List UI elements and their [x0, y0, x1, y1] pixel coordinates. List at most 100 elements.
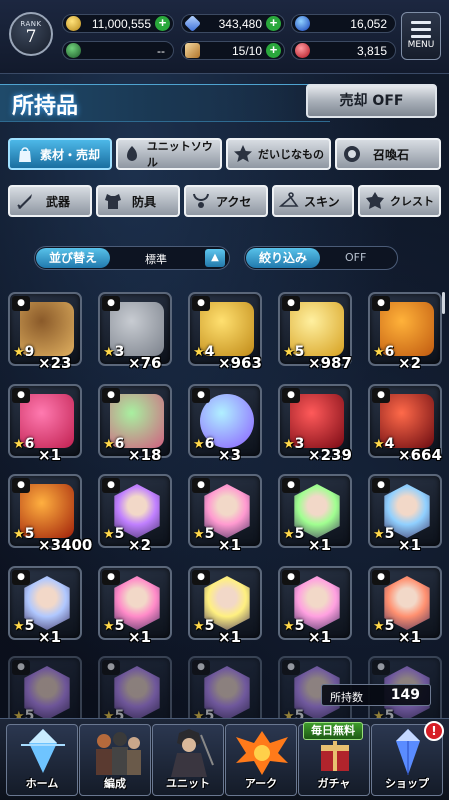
item-count: ×1: [398, 628, 422, 646]
item-type-badge-icon: ●: [192, 388, 210, 403]
item-count: ×1: [308, 536, 332, 554]
tab-label: 武器: [46, 194, 71, 209]
ticket-icon: [185, 43, 200, 58]
item-slot[interactable]: ● ★4 ×963: [188, 292, 262, 372]
tab-materials[interactable]: 素材・売却: [8, 138, 112, 170]
item-count: ×1: [218, 628, 242, 646]
item-slot[interactable]: ● ★4 ×664: [368, 384, 442, 464]
nav-ark[interactable]: アーク: [225, 724, 297, 796]
item-count: ×3: [218, 446, 242, 464]
item-slot[interactable]: ● ★5 ×1: [188, 566, 262, 646]
item-count: ×987: [308, 354, 352, 372]
item-rarity: ★5: [193, 618, 215, 634]
item-rarity: ★5: [283, 344, 305, 360]
item-count: ×1: [398, 536, 422, 554]
item-type-badge-icon: ●: [282, 660, 300, 675]
item-slot[interactable]: ● ★5 ×1: [368, 474, 442, 554]
item-count: ×2: [398, 354, 422, 372]
item-slot[interactable]: ● ★6 ×1: [8, 384, 82, 464]
item-slot[interactable]: ● ★5 ×1: [278, 474, 352, 554]
item-type-badge-icon: ●: [102, 388, 120, 403]
item-rarity: ★9: [13, 344, 35, 360]
menu-label: MENU: [407, 40, 435, 50]
add-gil-button[interactable]: +: [155, 16, 170, 31]
item-type-badge-icon: ●: [192, 570, 210, 585]
tab-weapons[interactable]: 武器: [8, 185, 92, 217]
summon-stone-icon: [340, 142, 364, 166]
tab-label: 防具: [132, 194, 157, 209]
item-slot[interactable]: ● ★5 ×1: [368, 566, 442, 646]
item-slot[interactable]: ● ★9 ×23: [8, 292, 82, 372]
nav-home[interactable]: ホーム: [6, 724, 78, 796]
tab-unit-soul[interactable]: ユニットソウル: [116, 138, 222, 170]
nav-label: ガチャ: [317, 777, 351, 790]
tab-skins[interactable]: スキン: [272, 185, 354, 217]
nav-unit[interactable]: ユニット: [152, 724, 224, 796]
item-slot[interactable]: ● ★6 ×18: [98, 384, 172, 464]
item-slot[interactable]: ● ★5 ×1: [278, 566, 352, 646]
compass-counter: --: [62, 41, 174, 60]
item-slot[interactable]: ● ★6 ×2: [368, 292, 442, 372]
item-rarity: ★5: [193, 526, 215, 542]
compass-icon: [66, 43, 81, 58]
item-rarity: ★5: [13, 618, 35, 634]
item-type-badge-icon: ●: [192, 296, 210, 311]
red-orb-value: 3,815: [356, 44, 387, 58]
tab-summon-stones[interactable]: 召喚石: [335, 138, 441, 170]
tab-crests[interactable]: クレスト: [358, 185, 441, 217]
ark-icon: [236, 731, 288, 775]
item-count: ×23: [38, 354, 72, 372]
filter-label: 絞り込み: [246, 248, 320, 268]
scrollbar[interactable]: [442, 292, 445, 314]
item-rarity: ★5: [283, 618, 305, 634]
item-slot[interactable]: ● ★6 ×3: [188, 384, 262, 464]
add-ticket-button[interactable]: +: [266, 43, 281, 58]
item-count: ×963: [218, 354, 262, 372]
nav-party[interactable]: 編成: [79, 724, 151, 796]
item-slot[interactable]: ● ★5 ×987: [278, 292, 352, 372]
item-type-badge-icon: ●: [282, 570, 300, 585]
item-type-badge-icon: ●: [192, 478, 210, 493]
item-slot[interactable]: ● ★5 ×2: [98, 474, 172, 554]
sort-label: 並び替え: [36, 248, 110, 268]
item-rarity: ★6: [103, 436, 125, 452]
tab-label: アクセ: [216, 194, 252, 209]
rank-badge[interactable]: RANK 7: [9, 12, 53, 56]
item-slot[interactable]: ● ★5 ×1: [188, 474, 262, 554]
item-slot[interactable]: ● ★3 ×76: [98, 292, 172, 372]
tab-accessories[interactable]: アクセ: [184, 185, 268, 217]
red-orb-counter: 3,815: [291, 41, 396, 60]
item-type-badge-icon: ●: [282, 296, 300, 311]
sort-control[interactable]: 並び替え 標準 ▲: [34, 246, 230, 270]
sword-icon: [13, 189, 37, 213]
item-type-badge-icon: ●: [372, 478, 390, 493]
crest-icon: [363, 189, 387, 213]
tab-key-items[interactable]: だいじなもの: [226, 138, 331, 170]
item-slot[interactable]: ● ★5 ×1: [98, 566, 172, 646]
crystal-icon: [184, 15, 201, 32]
item-count: ×3400: [38, 536, 93, 554]
tab-label: 素材・売却: [40, 147, 101, 162]
filter-control[interactable]: 絞り込み OFF: [244, 246, 398, 270]
rank-value: 7: [25, 27, 37, 47]
sort-order-button[interactable]: ▲: [205, 249, 225, 267]
item-slot[interactable]: ● ★5 ×3400: [8, 474, 92, 554]
item-slot[interactable]: ● ★5 ×1: [8, 566, 82, 646]
shop-alert-badge: !: [424, 721, 444, 741]
sort-value: 標準: [145, 253, 167, 266]
item-count: ×239: [308, 446, 352, 464]
unit-icon: [171, 729, 214, 777]
sell-toggle-button[interactable]: 売却 OFF: [306, 84, 437, 118]
crystal-value: 343,480: [218, 17, 262, 31]
tab-armor[interactable]: 防具: [96, 185, 180, 217]
item-count: ×664: [398, 446, 442, 464]
menu-button[interactable]: MENU: [401, 12, 441, 60]
add-crystal-button[interactable]: +: [266, 16, 281, 31]
item-slot[interactable]: ● ★3 ×239: [278, 384, 352, 464]
item-rarity: ★5: [103, 526, 125, 542]
item-type-badge-icon: ●: [102, 296, 120, 311]
item-type-badge-icon: ●: [192, 660, 210, 675]
item-rarity: ★6: [373, 344, 395, 360]
nav-label: ホーム: [25, 777, 59, 790]
item-count: ×1: [128, 628, 152, 646]
